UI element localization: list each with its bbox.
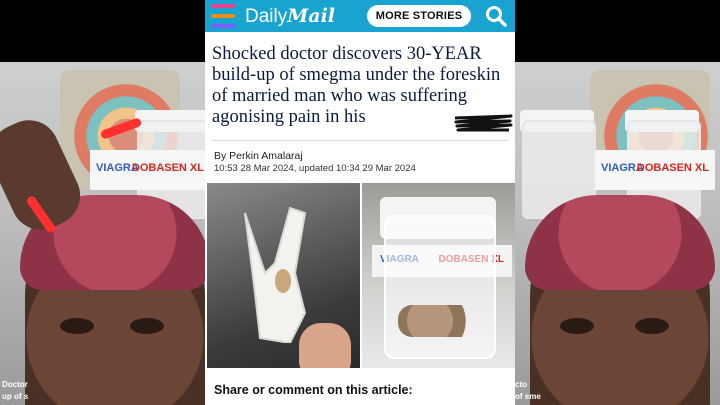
video-caption-line1: Doctor [2, 380, 28, 389]
medicine-box: VIAGRA DOBASEN XL [90, 150, 205, 190]
presenter-eye [635, 318, 669, 334]
background-video-left: VIAGRA DOBASEN XL Doctor up of s [0, 0, 205, 405]
specimen-jar [384, 215, 496, 359]
top-black-bar [515, 0, 720, 62]
medicine-box: VIAGRA DOBASEN XL [595, 150, 715, 190]
glove-shape [244, 206, 307, 343]
article-byline: By Perkin Amalaraj [214, 150, 303, 162]
background-video-right: VIAGRA DOBASEN XL cto of sme [515, 0, 720, 405]
search-icon[interactable] [485, 5, 507, 27]
byline-divider [212, 140, 508, 141]
holding-hand [299, 323, 351, 368]
video-caption-line1: cto [515, 380, 527, 389]
presenter-eye [560, 318, 594, 334]
logo-daily: Daily [245, 6, 288, 27]
site-logo[interactable]: DailyMail [245, 5, 335, 28]
video-caption-line2: up of s [2, 392, 29, 401]
box-brand-right: DOBASEN XL [131, 162, 204, 174]
menu-bar [211, 4, 235, 8]
top-black-bar [0, 0, 205, 62]
share-heading: Share or comment on this article: [214, 383, 413, 397]
glove-photo [207, 183, 360, 368]
presenter-bonnet [525, 195, 715, 290]
hamburger-menu-icon[interactable] [211, 4, 235, 28]
menu-bar [211, 14, 235, 18]
specimen-contents [398, 305, 478, 337]
menu-bar [211, 24, 235, 28]
logo-mail: Mail [287, 5, 336, 27]
box-brand-right: DOBASEN XL [636, 162, 709, 174]
article-dates: 10:53 28 Mar 2024, updated 10:34 29 Mar … [214, 163, 416, 174]
presenter-eye [130, 318, 164, 334]
presenter-eye [60, 318, 94, 334]
more-stories-button[interactable]: MORE STORIES [367, 5, 471, 27]
specimen-jar-photo: VIAGRA DOBASEN XL [362, 183, 515, 368]
redaction-scribble [454, 114, 513, 132]
article-screenshot: DailyMail MORE STORIES Shocked doctor di… [205, 0, 515, 405]
site-header: DailyMail MORE STORIES [205, 0, 515, 32]
video-caption-line2: of sme [515, 392, 541, 401]
